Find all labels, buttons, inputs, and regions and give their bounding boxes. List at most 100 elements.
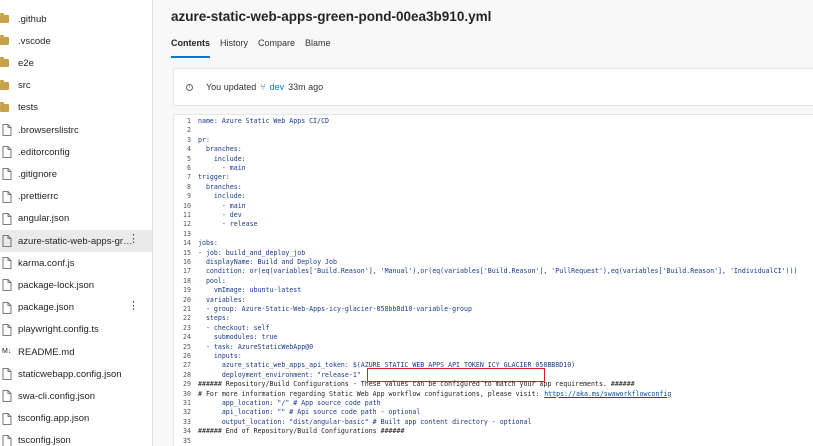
- sidebar-item[interactable]: playwright.config.ts: [0, 319, 152, 341]
- line-number: 21: [183, 305, 191, 313]
- line-number: 10: [183, 201, 191, 210]
- sidebar-item-label: azure-static-web-apps-green-...: [18, 235, 136, 247]
- sidebar-item-label: e2e: [18, 57, 34, 69]
- line-number: 26: [183, 352, 191, 360]
- sidebar-item[interactable]: karma.conf.js: [0, 252, 152, 274]
- code-line: 32 api_location: "" # Api source code pa…: [174, 408, 813, 417]
- tab-history[interactable]: History: [220, 38, 248, 58]
- line-text: condition: or(eq(variables['Build.Reason…: [198, 267, 798, 276]
- folder-icon: [0, 57, 9, 68]
- sidebar-item[interactable]: .vscode: [0, 30, 152, 52]
- sidebar-item[interactable]: swa-cli.config.json: [0, 385, 152, 407]
- line-text: branches:: [198, 145, 242, 154]
- line-text: - task: AzureStaticWebApp@0: [198, 342, 314, 351]
- line-number: 19: [183, 286, 191, 295]
- file-icon: [2, 146, 12, 159]
- code-line: 1 name: Azure Static Web Apps CI/CD: [174, 117, 813, 126]
- line-text: displayName: Build and Deploy Job: [198, 258, 337, 266]
- line-text: - release: [198, 220, 258, 229]
- banner-prefix: You updated: [206, 82, 257, 92]
- code-line: 20 variables:: [174, 296, 813, 305]
- line-text: output_location: "dist/angular-basic" # …: [198, 417, 532, 426]
- line-text: ###### End of Repository/Build Configura…: [198, 427, 405, 436]
- line-number: 8: [187, 182, 191, 191]
- code-line: 25 - task: AzureStaticWebApp@0: [174, 343, 813, 352]
- line-number: 24: [183, 333, 191, 342]
- sidebar-item[interactable]: package.json ⋮: [0, 297, 152, 319]
- sidebar-item[interactable]: package-lock.json: [0, 274, 152, 296]
- line-number: 27: [183, 361, 191, 370]
- line-text: include:: [198, 154, 246, 163]
- sidebar-item-label: .prettierrc: [18, 191, 59, 203]
- line-number: 7: [187, 173, 191, 182]
- banner-time: 33m ago: [288, 82, 324, 92]
- line-number: 17: [183, 267, 191, 276]
- line-text: - job: build_and_deploy_job: [198, 248, 306, 257]
- sidebar-item-label: package.json: [18, 302, 74, 314]
- line-number: 34: [183, 427, 191, 436]
- sidebar-item[interactable]: .gitignore: [0, 163, 152, 185]
- line-text: include:: [198, 192, 246, 201]
- more-options-icon[interactable]: ⋮: [128, 300, 139, 311]
- file-icon: [2, 212, 12, 225]
- folder-icon: [0, 101, 9, 112]
- sidebar-item[interactable]: .browserslistrc: [0, 119, 152, 141]
- file-icon: [2, 190, 12, 203]
- code-line: 22 steps:: [174, 314, 813, 323]
- sidebar-item[interactable]: tsconfig.app.json: [0, 408, 152, 430]
- line-number: 1: [187, 117, 191, 125]
- line-number: 4: [187, 145, 191, 154]
- line-number: 25: [183, 342, 191, 351]
- tab-contents[interactable]: Contents: [171, 38, 210, 58]
- workflow-config-link[interactable]: https://aka.ms/swaworkflowconfig: [544, 390, 671, 399]
- line-text: trigger:: [198, 173, 230, 182]
- line-number: 18: [183, 276, 191, 285]
- line-text: vmImage: ubuntu-latest: [198, 286, 302, 295]
- sidebar-item[interactable]: azure-static-web-apps-green-...⋮: [0, 230, 152, 252]
- code-line: 3 pr:: [174, 136, 813, 145]
- sidebar-item[interactable]: staticwebapp.config.json: [0, 363, 152, 385]
- line-text: - group: Azure-Static-Web-Apps-icy-glaci…: [198, 305, 472, 313]
- banner-branch-link[interactable]: dev: [270, 82, 285, 92]
- file-explorer-sidebar: .github .vscode e2e src tests .browserslistrc…: [0, 0, 153, 446]
- folder-icon: [0, 35, 9, 46]
- line-text: jobs:: [198, 239, 218, 248]
- sidebar-item[interactable]: angular.json: [0, 208, 152, 230]
- line-number: 28: [183, 370, 191, 379]
- line-number: 6: [187, 164, 191, 172]
- tab-compare[interactable]: Compare: [258, 38, 295, 58]
- line-text: app_location: "/" # App source code path: [198, 399, 381, 407]
- sidebar-item-label: README.md: [18, 346, 75, 358]
- sidebar-item[interactable]: .editorconfig: [0, 141, 152, 163]
- code-line: 23 - checkout: self: [174, 324, 813, 333]
- sidebar-item[interactable]: .github: [0, 8, 152, 30]
- sidebar-item[interactable]: .prettierrc: [0, 186, 152, 208]
- code-viewer[interactable]: 1 name: Azure Static Web Apps CI/CD 2 3 pr: 4…: [173, 114, 813, 446]
- code-line: 8 branches:: [174, 183, 813, 192]
- update-banner: i You updated ⑂ dev 33m ago: [173, 68, 813, 106]
- tab-blame[interactable]: Blame: [305, 38, 331, 58]
- file-icon: [2, 412, 12, 425]
- line-text: - main: [198, 201, 246, 210]
- sidebar-item-label: swa-cli.config.json: [18, 390, 96, 402]
- file-icon: [2, 390, 12, 403]
- more-options-icon[interactable]: ⋮: [128, 234, 139, 245]
- sidebar-item[interactable]: e2e: [0, 52, 152, 74]
- code-line: 9 include:: [174, 192, 813, 201]
- code-line: 13: [174, 230, 813, 239]
- sidebar-item-label: .github: [18, 13, 47, 25]
- sidebar-item[interactable]: tests: [0, 97, 152, 119]
- line-text: # For more information regarding Static …: [198, 389, 544, 398]
- code-line: 17 condition: or(eq(variables['Build.Rea…: [174, 267, 813, 276]
- line-number: 2: [187, 126, 191, 135]
- code-line: 10 - main: [174, 202, 813, 211]
- line-number: 3: [187, 135, 191, 144]
- line-text: steps:: [198, 314, 230, 323]
- sidebar-item[interactable]: src: [0, 75, 152, 97]
- line-number: 15: [183, 248, 191, 257]
- line-number: 33: [183, 417, 191, 426]
- sidebar-item[interactable]: M↓ README.md: [0, 341, 152, 363]
- sidebar-item[interactable]: tsconfig.json: [0, 430, 152, 446]
- line-text: - dev: [198, 211, 242, 219]
- code-line: 5 include:: [174, 155, 813, 164]
